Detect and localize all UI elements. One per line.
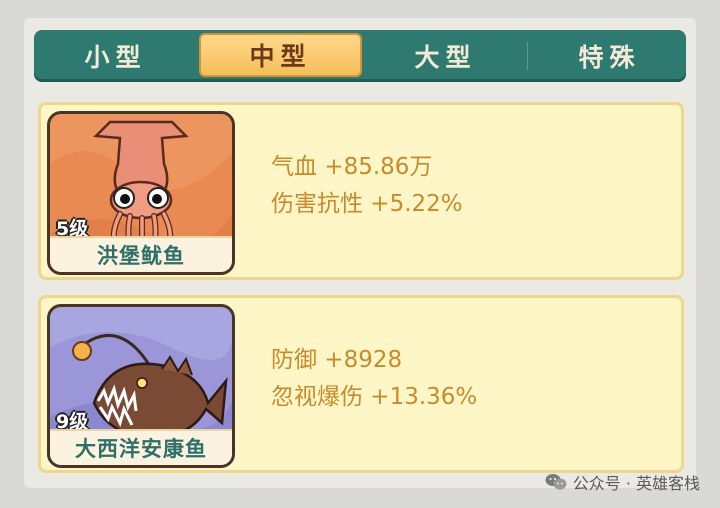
fish-stats: 气血 +85.86万 伤害抗性 +5.22% bbox=[271, 149, 463, 223]
stat-line: 气血 +85.86万 bbox=[271, 154, 433, 180]
size-tab-bar: 小型 中型 大型 特殊 bbox=[34, 30, 686, 82]
fish-card[interactable]: 5级 洪堡鱿鱼 气血 +85.86万 伤害抗性 +5.22% bbox=[38, 102, 684, 280]
tab-small[interactable]: 小型 bbox=[34, 30, 197, 82]
watermark: 公众号 · 英雄客栈 bbox=[545, 470, 700, 494]
watermark-text: 公众号 · 英雄客栈 bbox=[572, 474, 700, 493]
fish-name: 大西洋安康鱼 bbox=[50, 429, 232, 465]
wechat-icon bbox=[545, 474, 567, 490]
fish-portrait: 5级 洪堡鱿鱼 bbox=[47, 111, 235, 275]
tab-medium[interactable]: 中型 bbox=[199, 33, 362, 77]
fish-name: 洪堡鱿鱼 bbox=[50, 236, 232, 272]
tab-large[interactable]: 大型 bbox=[364, 30, 527, 82]
fish-portrait: 9级 大西洋安康鱼 bbox=[47, 304, 235, 468]
stat-line: 防御 +8928 bbox=[271, 347, 403, 373]
stat-line: 忽视爆伤 +13.36% bbox=[271, 384, 478, 410]
stat-line: 伤害抗性 +5.22% bbox=[271, 191, 463, 217]
fish-card[interactable]: 9级 大西洋安康鱼 防御 +8928 忽视爆伤 +13.36% bbox=[38, 295, 684, 473]
tab-special[interactable]: 特殊 bbox=[528, 30, 691, 82]
fish-stats: 防御 +8928 忽视爆伤 +13.36% bbox=[271, 342, 477, 416]
